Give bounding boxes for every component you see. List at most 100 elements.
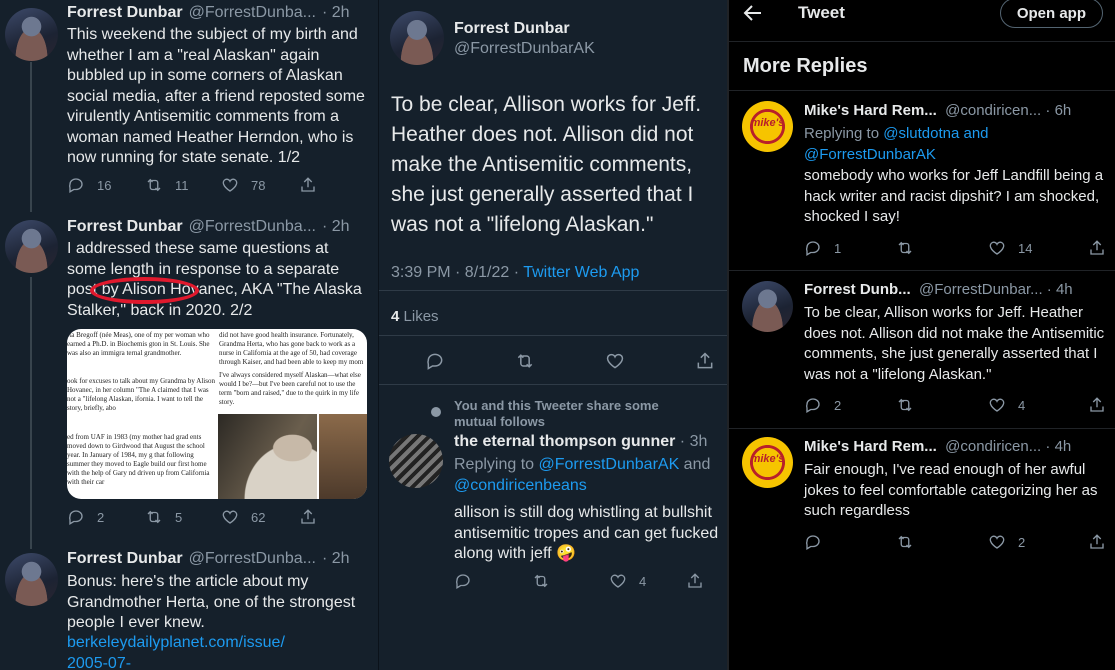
article-image[interactable]: rta Bregoff (née Meas), one of my per wo… xyxy=(67,329,367,499)
like-button[interactable]: 14 xyxy=(988,239,1088,257)
avatar[interactable] xyxy=(5,220,58,273)
like-button[interactable]: 2 xyxy=(988,533,1088,551)
share-button[interactable] xyxy=(695,351,715,371)
retweet-button[interactable]: 11 xyxy=(145,176,221,194)
author-name[interactable]: Forrest Dunb... xyxy=(804,281,911,298)
author-name[interactable]: Forrest Dunbar xyxy=(67,4,183,22)
share-button[interactable] xyxy=(299,508,317,526)
reply-button[interactable]: 2 xyxy=(67,508,145,526)
mention-link[interactable]: @condiricenbeans xyxy=(454,477,587,494)
like-button[interactable]: 62 xyxy=(221,508,299,526)
heart-icon xyxy=(609,572,627,590)
open-app-button[interactable]: Open app xyxy=(999,0,1103,28)
retweet-button[interactable] xyxy=(896,533,988,551)
back-arrow-icon[interactable] xyxy=(743,4,763,22)
divider xyxy=(729,270,1115,271)
source-link[interactable]: Twitter Web App xyxy=(523,264,639,281)
heart-icon xyxy=(221,508,239,526)
share-button[interactable] xyxy=(686,572,704,590)
author-handle[interactable]: @ForrestDunbar... xyxy=(919,281,1043,298)
tweet-time[interactable]: · 4h xyxy=(1047,281,1073,298)
tweet-time[interactable]: · 2h xyxy=(322,4,350,22)
avatar[interactable] xyxy=(742,281,793,332)
tweet-actions: 2 4 xyxy=(804,396,1106,414)
article-photo xyxy=(317,414,367,499)
author-name[interactable]: Mike's Hard Rem... xyxy=(804,438,937,455)
reply-button[interactable]: 16 xyxy=(67,176,145,194)
retweet-icon xyxy=(896,396,914,414)
timestamp-text[interactable]: 3:39 PM · 8/1/22 · xyxy=(391,264,523,281)
share-icon xyxy=(299,176,317,194)
author-name[interactable]: Forrest Dunbar xyxy=(454,20,570,38)
tweet-time[interactable]: · 2h xyxy=(322,218,350,236)
author-handle[interactable]: @ForrestDunbarAK xyxy=(454,40,595,58)
like-button[interactable]: 4 xyxy=(988,396,1088,414)
likes-stat[interactable]: 4 Likes xyxy=(391,308,439,325)
author-handle[interactable]: @ForrestDunba... xyxy=(189,550,316,568)
author-handle[interactable]: @ForrestDunba... xyxy=(189,4,316,22)
like-button[interactable]: 78 xyxy=(221,176,299,194)
share-button[interactable] xyxy=(299,176,317,194)
reply-button[interactable]: 1 xyxy=(804,239,896,257)
author-name[interactable]: the eternal thompson gunner xyxy=(454,433,675,450)
like-count: 4 xyxy=(639,573,647,589)
thread-line xyxy=(30,62,32,212)
reply-button[interactable] xyxy=(454,572,532,590)
share-button[interactable] xyxy=(1088,533,1106,551)
heart-icon xyxy=(988,533,1006,551)
tweet-time[interactable]: · 6h xyxy=(1045,102,1071,119)
section-title: More Replies xyxy=(743,55,868,77)
tweet-time[interactable]: · 4h xyxy=(1045,438,1071,455)
tweet-time[interactable]: · 3h xyxy=(680,433,708,450)
thread-panel: Forrest Dunbar @ForrestDunba... · 2h Thi… xyxy=(0,0,378,670)
author-handle[interactable]: @ForrestDunba... xyxy=(189,218,316,236)
mention-link[interactable]: @ForrestDunbarAK xyxy=(804,146,936,163)
like-count: 78 xyxy=(251,177,266,193)
mention-link[interactable]: @ForrestDunbarAK xyxy=(539,456,680,473)
replying-prefix: Replying to xyxy=(454,456,539,473)
retweet-button[interactable] xyxy=(515,351,605,371)
like-button[interactable] xyxy=(605,351,695,371)
retweet-button[interactable] xyxy=(896,239,988,257)
author-name[interactable]: Forrest Dunbar xyxy=(67,550,183,568)
reply-count: 1 xyxy=(834,240,842,256)
share-button[interactable] xyxy=(1088,396,1106,414)
reply-button[interactable] xyxy=(804,533,896,551)
reply-button[interactable]: 2 xyxy=(804,396,896,414)
tweet-header: Mike's Hard Rem... @condiricen... · 4h xyxy=(804,438,1071,455)
tweet-time[interactable]: · 2h xyxy=(322,550,350,568)
replying-to: Replying to @slutdotna and @ForrestDunba… xyxy=(804,124,1104,165)
retweet-icon xyxy=(145,176,163,194)
tweet-actions xyxy=(425,351,715,371)
share-button[interactable] xyxy=(1088,239,1106,257)
like-button[interactable]: 4 xyxy=(609,572,686,590)
like-count: 14 xyxy=(1018,240,1033,256)
retweet-button[interactable]: 5 xyxy=(145,508,221,526)
avatar[interactable] xyxy=(390,11,444,65)
article-link[interactable]: berkeleydailyplanet.com/issue/ 2005-07- xyxy=(67,633,297,670)
author-name[interactable]: Forrest Dunbar xyxy=(67,218,183,236)
retweet-count: 5 xyxy=(175,509,183,525)
reply-count: 2 xyxy=(97,509,105,525)
retweet-icon xyxy=(532,572,550,590)
retweet-button[interactable] xyxy=(896,396,988,414)
likes-count: 4 xyxy=(391,308,400,325)
author-name[interactable]: Mike's Hard Rem... xyxy=(804,102,937,119)
avatar[interactable]: mike's xyxy=(742,101,793,152)
retweet-button[interactable] xyxy=(532,572,609,590)
avatar[interactable] xyxy=(5,553,58,606)
author-handle[interactable]: @condiricen... xyxy=(945,102,1041,119)
retweet-icon xyxy=(515,351,535,371)
tweet-actions: 2 5 62 xyxy=(67,508,317,526)
author-handle[interactable]: @condiricen... xyxy=(945,438,1041,455)
tweet-text: allison is still dog whistling at bullsh… xyxy=(454,504,719,562)
avatar[interactable] xyxy=(5,8,58,61)
mention-link[interactable]: @slutdotna xyxy=(883,125,959,142)
reply-icon xyxy=(804,396,822,414)
tweet-text: This weekend the subject of my birth and… xyxy=(67,26,365,166)
retweet-count: 11 xyxy=(175,177,189,193)
like-count: 2 xyxy=(1018,534,1026,550)
avatar[interactable]: mike's xyxy=(742,437,793,488)
reply-button[interactable] xyxy=(425,351,515,371)
avatar[interactable] xyxy=(389,434,443,488)
